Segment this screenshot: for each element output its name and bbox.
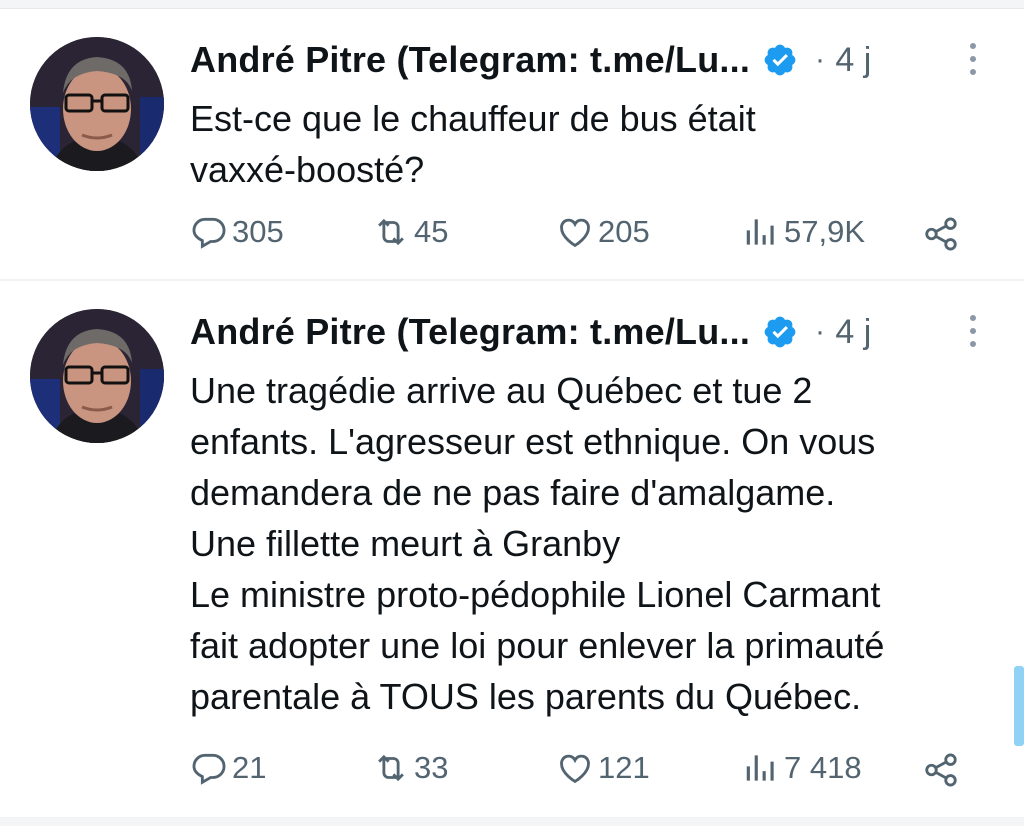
tweet-card[interactable]: André Pitre (Telegram: t.me/Lu... · 4 j …	[0, 281, 1024, 819]
views-chart-icon	[746, 219, 774, 245]
views-chart-icon	[746, 755, 774, 781]
views-button[interactable]: 57,9K	[742, 209, 865, 255]
bottom-divider	[0, 818, 1024, 826]
reply-count: 305	[232, 214, 284, 249]
tweet-text: Est-ce que le chauffeur de bus était vax…	[190, 98, 756, 190]
action-bar: 305 45 205 57,9K	[190, 209, 990, 255]
timestamp[interactable]: 4 j	[835, 41, 871, 79]
share-icon	[925, 753, 957, 787]
verified-badge-icon	[765, 44, 796, 76]
retweet-button[interactable]: 45	[372, 209, 448, 255]
heart-icon	[560, 218, 590, 248]
more-vertical-icon[interactable]	[967, 315, 979, 355]
share-icon	[925, 217, 957, 251]
action-bar: 21 33 121 7 418	[190, 745, 990, 791]
verified-badge-icon	[765, 316, 796, 348]
reply-button[interactable]: 21	[190, 745, 266, 791]
views-count: 57,9K	[784, 214, 866, 249]
retweet-count: 45	[414, 214, 449, 249]
author-name[interactable]: André Pitre (Telegram: t.me/Lu...	[190, 311, 750, 352]
tweet-card[interactable]: André Pitre (Telegram: t.me/Lu... · 4 j …	[0, 9, 1024, 281]
more-vertical-icon[interactable]	[967, 43, 979, 83]
like-count: 205	[598, 214, 650, 249]
reply-count: 21	[232, 750, 267, 785]
scrollbar[interactable]	[1014, 666, 1024, 746]
reply-button[interactable]: 305	[190, 209, 284, 255]
heart-icon	[560, 754, 590, 784]
like-count: 121	[598, 750, 650, 785]
retweet-button[interactable]: 33	[372, 745, 448, 791]
timestamp[interactable]: 4 j	[835, 313, 871, 351]
separator-dot: ·	[814, 43, 825, 76]
share-button[interactable]	[922, 211, 964, 257]
retweet-icon	[378, 754, 404, 782]
tweet-header: André Pitre (Telegram: t.me/Lu... · 4 j	[190, 311, 950, 363]
share-button[interactable]	[922, 747, 964, 793]
top-divider	[0, 0, 1024, 9]
reply-icon	[192, 217, 226, 249]
separator-dot: ·	[814, 315, 825, 348]
retweet-count: 33	[414, 750, 449, 785]
views-count: 7 418	[784, 750, 862, 785]
views-button[interactable]: 7 418	[742, 745, 862, 791]
reply-icon	[192, 753, 226, 785]
tweet-text: Une tragédie arrive au Québec et tue 2 e…	[190, 370, 885, 717]
retweet-icon	[378, 218, 404, 246]
avatar[interactable]	[30, 37, 164, 171]
author-name[interactable]: André Pitre (Telegram: t.me/Lu...	[190, 39, 750, 80]
like-button[interactable]: 121	[556, 745, 650, 791]
avatar[interactable]	[30, 309, 164, 443]
tweet-header: André Pitre (Telegram: t.me/Lu... · 4 j	[190, 39, 950, 91]
like-button[interactable]: 205	[556, 209, 650, 255]
